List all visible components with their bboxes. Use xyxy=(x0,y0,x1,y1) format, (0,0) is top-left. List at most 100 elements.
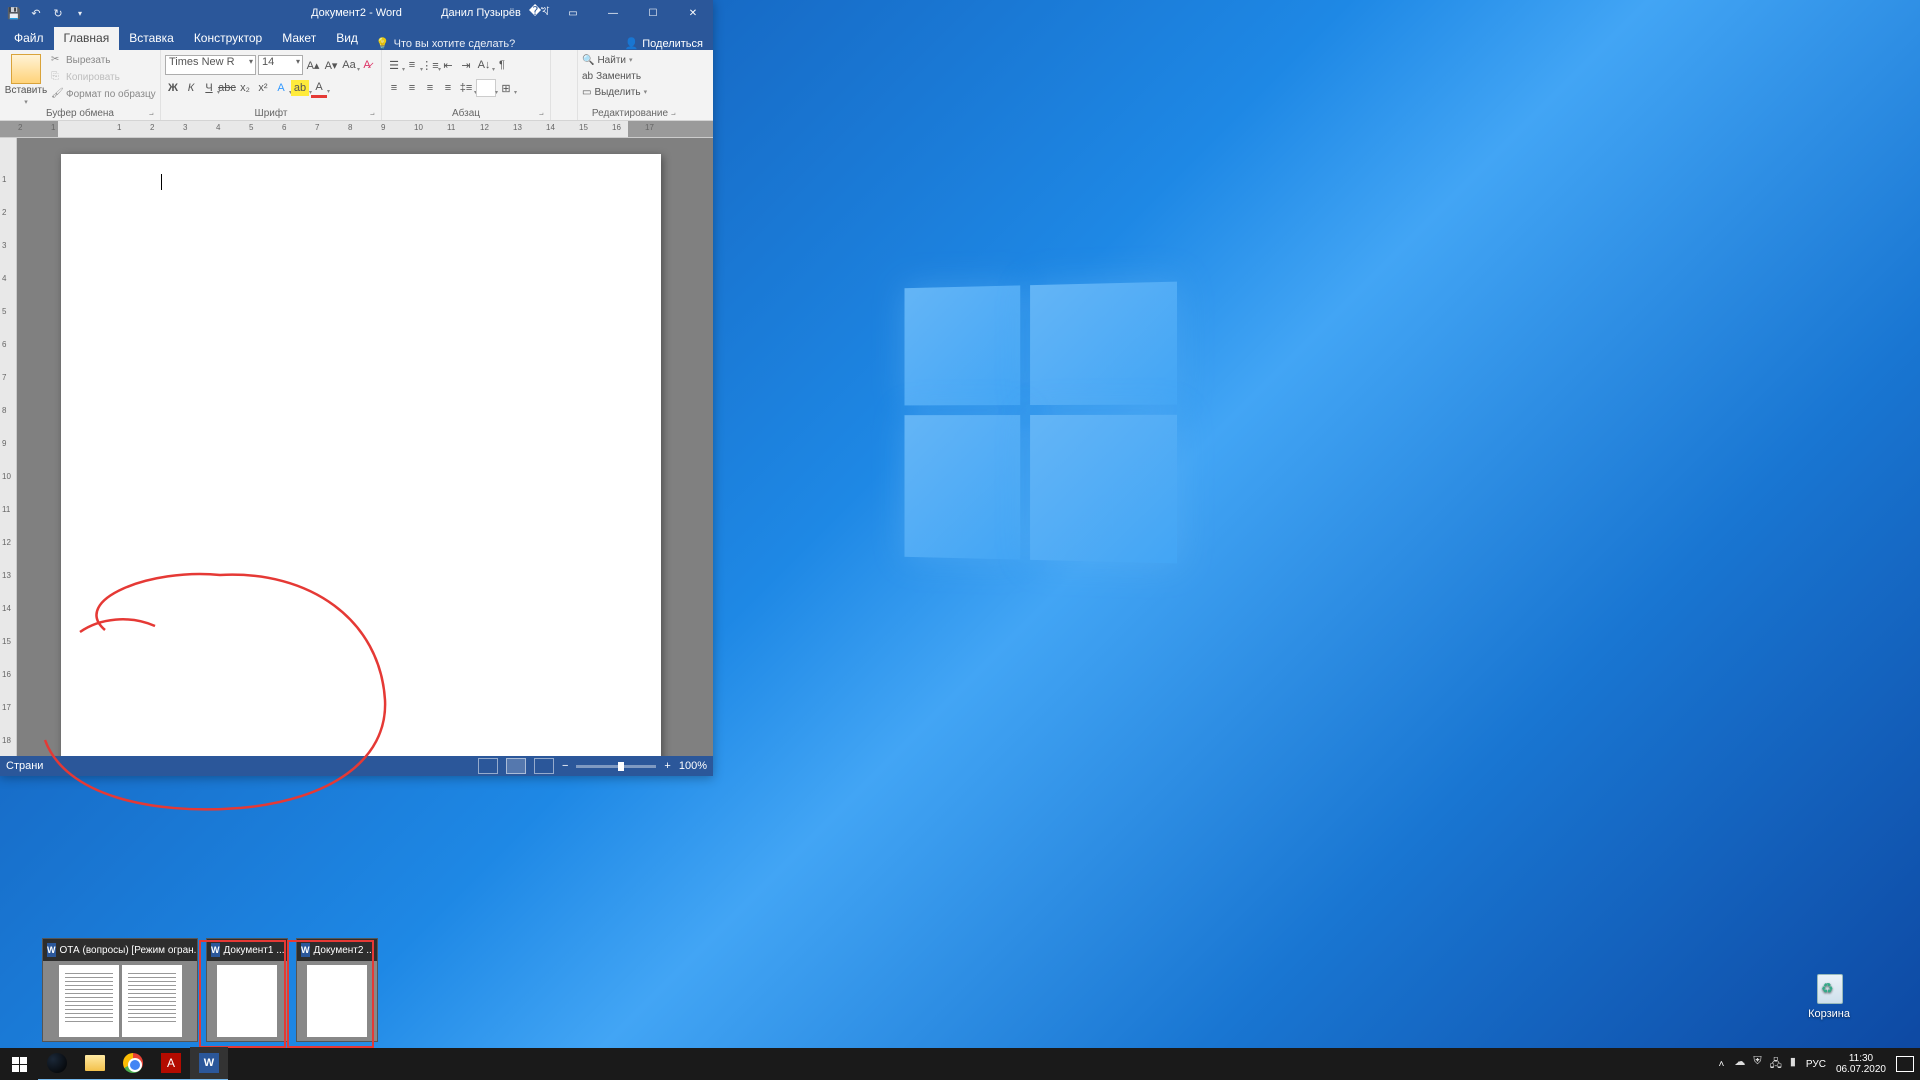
justify-button[interactable]: ≡ xyxy=(440,80,456,96)
read-mode-button[interactable] xyxy=(478,758,498,774)
ruler-v-tick: 11 xyxy=(2,505,10,514)
tab-design[interactable]: Конструктор xyxy=(184,27,272,50)
line-spacing-button[interactable]: ‡≡ xyxy=(458,80,474,96)
tab-file[interactable]: Файл xyxy=(4,27,54,50)
minimize-button[interactable]: — xyxy=(597,0,629,26)
font-name-select[interactable]: Times New R xyxy=(165,55,256,75)
align-right-button[interactable]: ≡ xyxy=(422,80,438,96)
system-tray: ˄ ☁ ⛨ 🖧 ▮ РУС 11:30 06.07.2020 xyxy=(1718,1053,1920,1075)
bold-button[interactable]: Ж xyxy=(165,80,181,96)
copy-button[interactable]: ⎘Копировать xyxy=(51,69,156,85)
ribbon-display-icon[interactable]: �খ xyxy=(529,3,549,23)
titlebar[interactable]: 💾 ↶ ↻ ▾ Документ2 - Word Данил Пузырёв �… xyxy=(0,0,713,26)
italic-button[interactable]: К xyxy=(183,80,199,96)
select-button[interactable]: ▭Выделить▾ xyxy=(582,84,647,100)
desktop-recycle-bin[interactable]: Корзина xyxy=(1808,968,1850,1020)
zoom-out-button[interactable]: − xyxy=(562,760,568,772)
battery-icon[interactable]: ▮ xyxy=(1790,1055,1796,1074)
onedrive-icon[interactable]: ☁ xyxy=(1734,1055,1745,1074)
redo-icon[interactable]: ↻ xyxy=(50,5,66,21)
text-effects-button[interactable]: A xyxy=(273,80,289,96)
font-color-button[interactable]: A xyxy=(311,79,327,98)
tray-expand-icon[interactable]: ˄ xyxy=(1718,1059,1724,1070)
start-button[interactable] xyxy=(0,1048,38,1080)
tell-me-search[interactable]: 💡 Что вы хотите сделать? xyxy=(376,37,515,50)
qat-dropdown-icon[interactable]: ▾ xyxy=(72,5,88,21)
increase-indent-button[interactable]: ⇥ xyxy=(458,57,474,73)
language-indicator[interactable]: РУС xyxy=(1806,1059,1826,1070)
clock-date: 06.07.2020 xyxy=(1836,1064,1886,1075)
ruler-h-tick: 10 xyxy=(414,123,423,132)
subscript-button[interactable]: x₂ xyxy=(237,80,253,96)
maximize-button[interactable]: ☐ xyxy=(637,0,669,26)
borders-button[interactable]: ⊞ xyxy=(498,80,514,96)
tab-insert[interactable]: Вставка xyxy=(119,27,184,50)
ruler-v-tick: 15 xyxy=(2,637,11,646)
bullets-button[interactable]: ☰ xyxy=(386,57,402,73)
zoom-in-button[interactable]: + xyxy=(664,760,670,772)
numbering-button[interactable]: ≡ xyxy=(404,57,420,73)
clock[interactable]: 11:30 06.07.2020 xyxy=(1836,1053,1886,1075)
ruler-h-tick: 4 xyxy=(216,123,220,132)
ruler-h-tick: 12 xyxy=(480,123,489,132)
underline-button[interactable]: Ч xyxy=(201,80,217,96)
ruler-v-tick: 10 xyxy=(2,472,11,481)
align-left-button[interactable]: ≡ xyxy=(386,80,402,96)
share-label: Поделиться xyxy=(642,38,703,50)
close-button[interactable]: ✕ xyxy=(677,0,709,26)
replace-button[interactable]: abЗаменить xyxy=(582,68,647,84)
strikethrough-button[interactable]: abc xyxy=(219,80,235,96)
tab-home[interactable]: Главная xyxy=(54,27,120,50)
notifications-icon[interactable] xyxy=(1896,1056,1914,1072)
document-page[interactable] xyxy=(61,154,661,756)
ruler-h-tick: 9 xyxy=(381,123,385,132)
ribbon-options-icon[interactable]: ▭ xyxy=(557,0,589,26)
taskbar-acrobat[interactable]: A xyxy=(152,1047,190,1080)
highlight-button[interactable]: ab xyxy=(291,80,309,96)
find-button[interactable]: 🔍Найти▾ xyxy=(582,52,647,68)
page-indicator[interactable]: Страни xyxy=(6,760,43,772)
grow-font-button[interactable]: A▴ xyxy=(305,57,321,73)
multilevel-button[interactable]: ⋮≡ xyxy=(422,57,438,73)
taskbar-steam[interactable] xyxy=(38,1047,76,1080)
share-button[interactable]: 👤 Поделиться xyxy=(625,37,703,50)
format-painter-button[interactable]: 🖌Формат по образцу xyxy=(51,86,156,102)
page-viewport[interactable] xyxy=(17,138,713,756)
ruler-horizontal[interactable]: 211234567891011121314151617 xyxy=(0,121,713,138)
web-layout-button[interactable] xyxy=(534,758,554,774)
paste-button[interactable]: Вставить ▾ xyxy=(4,52,48,106)
ruler-h-tick: 11 xyxy=(447,123,455,132)
print-layout-button[interactable] xyxy=(506,758,526,774)
font-size-select[interactable]: 14 xyxy=(258,55,303,75)
cut-button[interactable]: ✂Вырезать xyxy=(51,52,156,68)
ruler-h-tick: 6 xyxy=(282,123,286,132)
paragraph-group-label: Абзац xyxy=(386,108,546,120)
user-name[interactable]: Данил Пузырёв xyxy=(441,7,521,19)
shrink-font-button[interactable]: A▾ xyxy=(323,57,339,73)
taskbar-word[interactable]: W xyxy=(190,1047,228,1080)
ruler-v-tick: 14 xyxy=(2,604,11,613)
superscript-button[interactable]: x² xyxy=(255,80,271,96)
decrease-indent-button[interactable]: ⇤ xyxy=(440,57,456,73)
zoom-slider[interactable] xyxy=(576,765,656,768)
recycle-bin-icon xyxy=(1812,968,1846,1006)
zoom-level[interactable]: 100% xyxy=(679,760,707,772)
sort-button[interactable]: A↓ xyxy=(476,57,492,73)
taskbar-explorer[interactable] xyxy=(76,1047,114,1080)
show-marks-button[interactable]: ¶ xyxy=(494,57,510,73)
tab-view[interactable]: Вид xyxy=(326,27,368,50)
ruler-vertical[interactable]: 1234567891011121314151617181920 xyxy=(0,138,17,756)
taskbar-chrome[interactable] xyxy=(114,1047,152,1080)
align-center-button[interactable]: ≡ xyxy=(404,80,420,96)
clear-formatting-button[interactable]: A̷ xyxy=(359,57,375,73)
network-icon[interactable]: 🖧 xyxy=(1770,1055,1782,1074)
security-icon[interactable]: ⛨ xyxy=(1753,1055,1761,1074)
change-case-button[interactable]: Aa xyxy=(341,57,357,73)
ruler-h-tick: 7 xyxy=(315,123,319,132)
shading-button[interactable] xyxy=(476,79,496,97)
undo-icon[interactable]: ↶ xyxy=(28,5,44,21)
thumbnail-0[interactable]: WОТА (вопросы) [Режим огран... xyxy=(42,938,198,1042)
save-icon[interactable]: 💾 xyxy=(6,5,22,21)
tab-layout[interactable]: Макет xyxy=(272,27,326,50)
ruler-v-tick: 12 xyxy=(2,538,11,547)
